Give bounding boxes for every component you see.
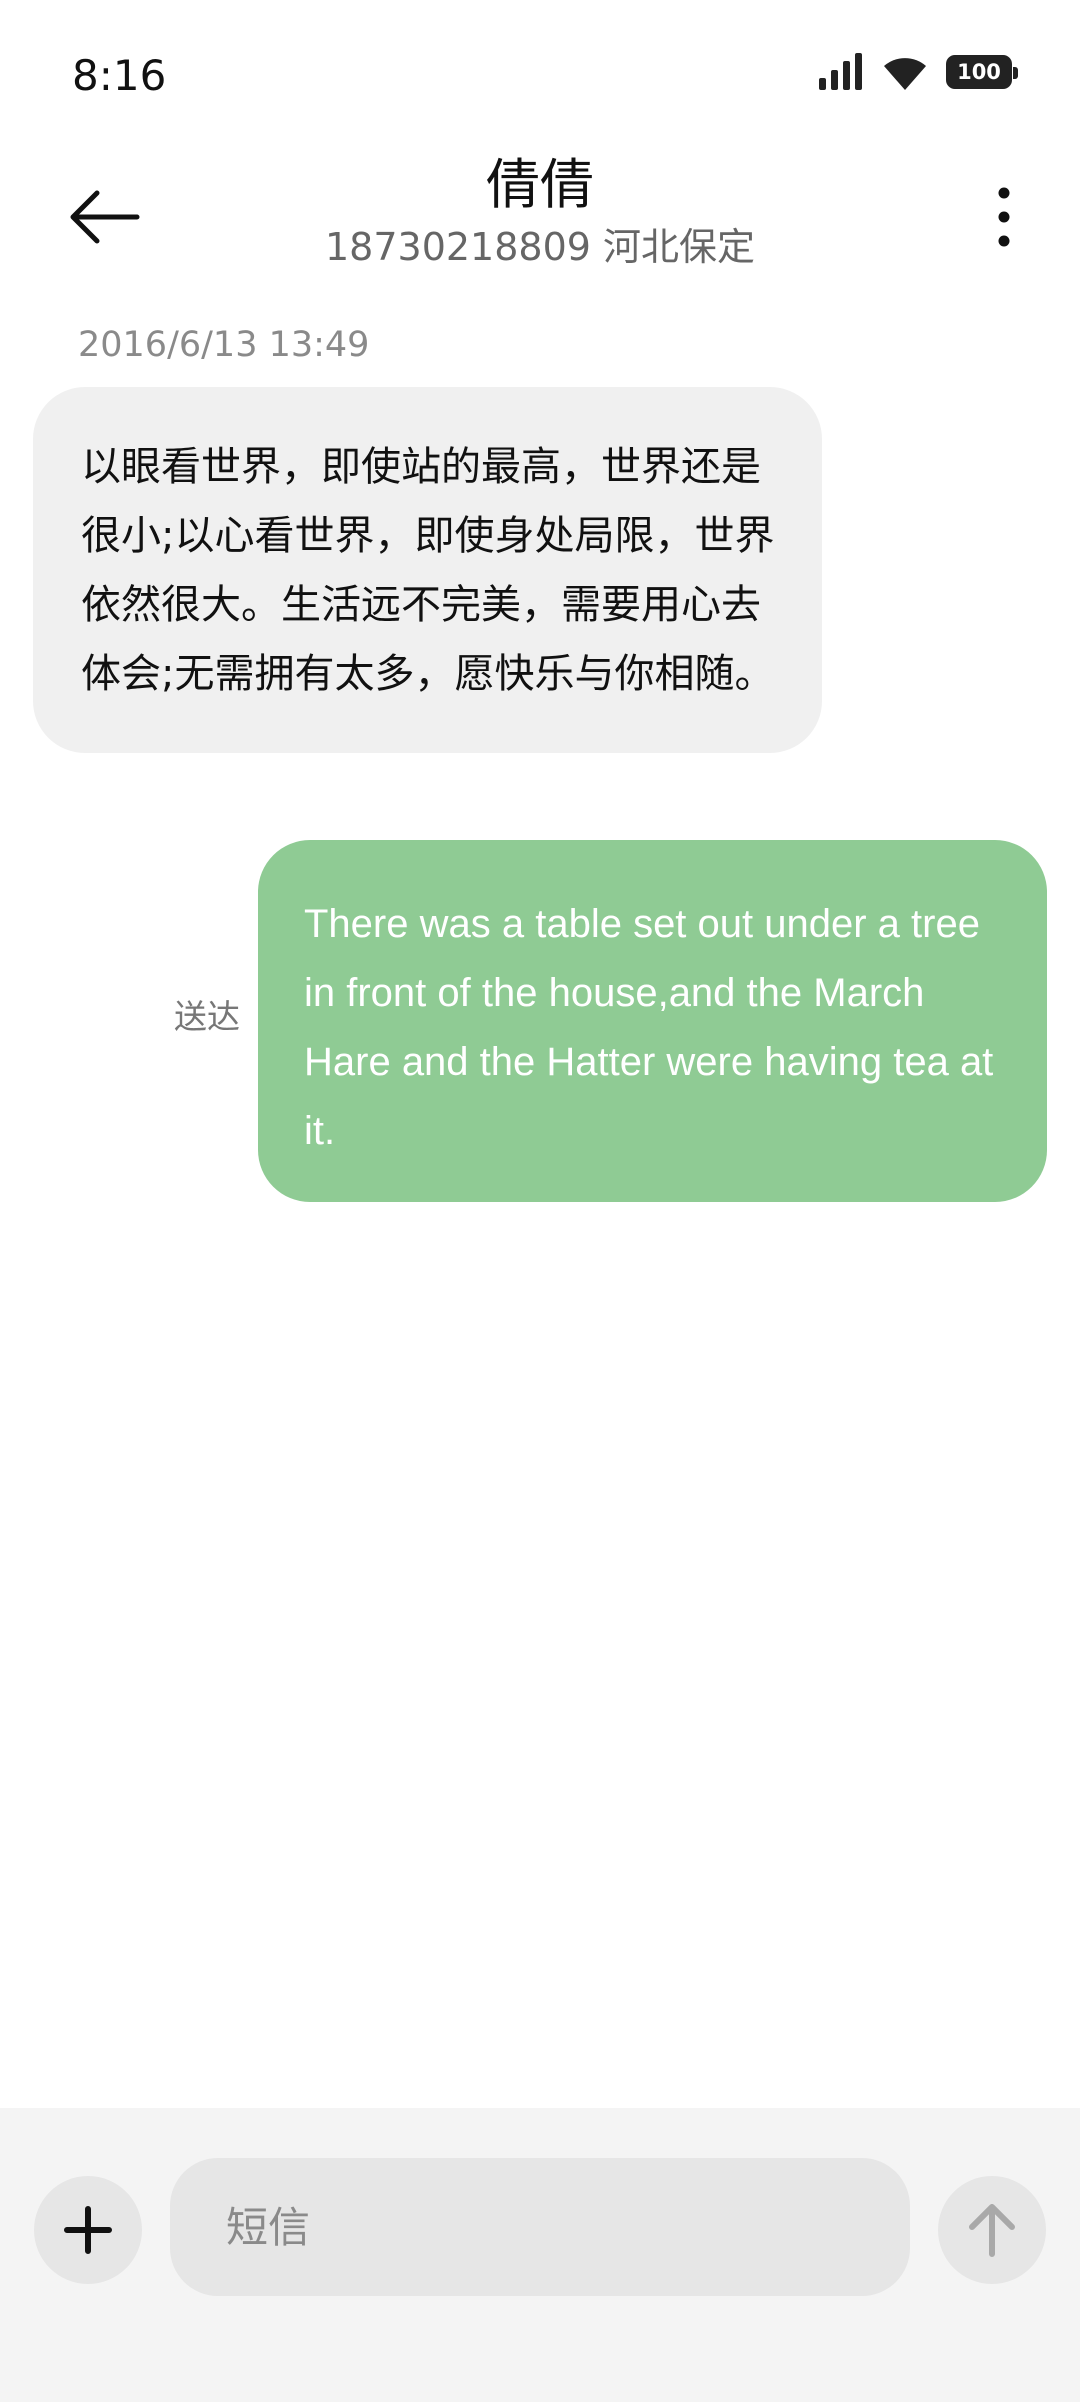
signal-icon — [819, 53, 862, 90]
send-arrow-icon — [969, 2204, 1015, 2257]
battery-icon: 100 — [946, 55, 1018, 89]
wifi-icon — [884, 58, 926, 90]
send-button[interactable] — [938, 2176, 1046, 2284]
message-timestamp: 2016/6/13 13:49 — [78, 325, 370, 365]
plus-icon — [64, 2206, 112, 2254]
conversation-header: 倩倩 18730218809 河北保定 — [0, 140, 1080, 290]
message-input[interactable] — [170, 2158, 910, 2296]
status-time: 8:16 — [72, 51, 167, 100]
more-vertical-icon — [998, 187, 1010, 247]
contact-subtitle: 18730218809 河北保定 — [324, 225, 756, 269]
delivery-status: 送达 — [174, 997, 240, 1036]
contact-name: 倩倩 — [486, 153, 594, 216]
add-attachment-button[interactable] — [34, 2176, 142, 2284]
incoming-message-bubble[interactable]: 以眼看世界，即使站的最高，世界还是很小;以心看世界，即使身处局限，世界依然很大。… — [33, 387, 822, 753]
status-icons: 100 — [818, 52, 1018, 92]
status-bar: 8:16 100 — [0, 0, 1080, 150]
message-composer — [0, 2108, 1080, 2402]
more-options-button[interactable] — [974, 172, 1034, 262]
outgoing-message-bubble[interactable]: There was a table set out under a tree i… — [258, 840, 1047, 1202]
